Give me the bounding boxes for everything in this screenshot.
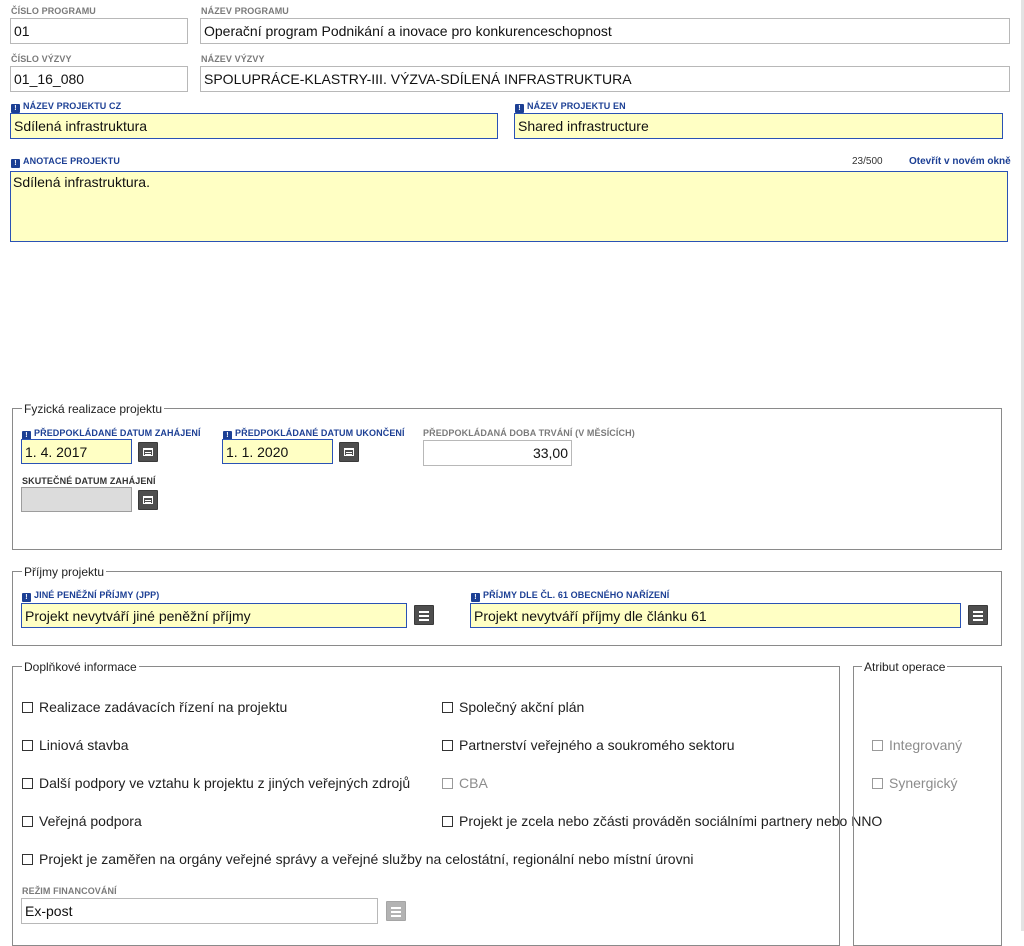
planned-end-label-text: PŘEDPOKLÁDANÉ DATUM UKONČENÍ	[235, 428, 405, 438]
checkbox-synergic: Synergický	[872, 775, 957, 791]
annotation-char-counter: 23/500	[852, 156, 883, 167]
checkbox[interactable]	[442, 816, 453, 827]
checkbox-label: Další podpory ve vztahu k projektu z jin…	[39, 775, 411, 791]
planned-start-input[interactable]: 1. 4. 2017	[21, 439, 132, 464]
checkbox-public-support[interactable]: Veřejná podpora	[22, 813, 142, 829]
checkbox-label: Projekt je zaměřen na orgány veřejné spr…	[39, 851, 694, 867]
planned-duration-label: PŘEDPOKLÁDANÁ DOBA TRVÁNÍ (V MĚSÍCÍCH)	[423, 428, 635, 438]
checkbox	[872, 740, 883, 751]
list-icon	[386, 901, 406, 921]
checkbox-procurement[interactable]: Realizace zadávacích řízení na projektu	[22, 699, 287, 715]
operation-attribute-fieldset	[853, 666, 1002, 946]
jpp-select[interactable]: Projekt nevytváří jiné peněžní příjmy	[21, 603, 407, 628]
actual-start-label: SKUTEČNÉ DATUM ZAHÁJENÍ	[22, 476, 156, 486]
art61-label-text: PŘÍJMY DLE ČL. 61 OBECNÉHO NAŘÍZENÍ	[483, 590, 670, 600]
art61-select[interactable]: Projekt nevytváří příjmy dle článku 61	[470, 603, 961, 628]
checkbox-public-administration[interactable]: Projekt je zaměřen na orgány veřejné spr…	[22, 851, 693, 867]
project-name-en-label: ! NÁZEV PROJEKTU EN	[515, 101, 626, 113]
income-legend: Příjmy projektu	[22, 565, 107, 579]
call-name-label: NÁZEV VÝZVY	[201, 54, 265, 64]
checkbox-label: Synergický	[889, 775, 958, 791]
checkbox-label: Partnerství veřejného a soukromého sekto…	[459, 737, 735, 753]
checkbox-social-partners[interactable]: Projekt je zcela nebo zčásti prováděn so…	[442, 813, 882, 829]
art61-label: ! PŘÍJMY DLE ČL. 61 OBECNÉHO NAŘÍZENÍ	[471, 590, 669, 602]
checkbox[interactable]	[22, 854, 33, 865]
required-icon: !	[515, 104, 524, 113]
program-name-field[interactable]: Operační program Podnikání a inovace pro…	[200, 18, 1010, 44]
checkbox-ppp[interactable]: Partnerství veřejného a soukromého sekto…	[442, 737, 734, 753]
annotation-label: ! ANOTACE PROJEKTU	[11, 156, 120, 168]
financing-mode-select: Ex-post	[21, 898, 378, 924]
checkbox-other-support[interactable]: Další podpory ve vztahu k projektu z jin…	[22, 775, 410, 791]
planned-start-label-text: PŘEDPOKLÁDANÉ DATUM ZAHÁJENÍ	[34, 428, 201, 438]
checkbox-label: CBA	[459, 775, 488, 791]
checkbox-joint-action-plan[interactable]: Společný akční plán	[442, 699, 584, 715]
checkbox-integrated: Integrovaný	[872, 737, 962, 753]
calendar-icon[interactable]	[138, 442, 158, 462]
project-name-cz-label-text: NÁZEV PROJEKTU CZ	[23, 101, 122, 111]
list-icon[interactable]	[968, 605, 988, 625]
annotation-textarea[interactable]: Sdílená infrastruktura.	[10, 171, 1008, 242]
checkbox[interactable]	[22, 702, 33, 713]
jpp-label-text: JINÉ PENĚŽNÍ PŘÍJMY (JPP)	[34, 590, 160, 600]
checkbox-label: Realizace zadávacích řízení na projektu	[39, 699, 288, 715]
physical-realization-legend: Fyzická realizace projektu	[22, 402, 165, 416]
program-number-field[interactable]: 01	[10, 18, 188, 44]
calendar-icon[interactable]	[138, 490, 158, 510]
checkbox-label: Společný akční plán	[459, 699, 585, 715]
checkbox	[872, 778, 883, 789]
checkbox[interactable]	[22, 778, 33, 789]
checkbox-linear-construction[interactable]: Liniová stavba	[22, 737, 129, 753]
open-in-new-window-link[interactable]: Otevřít v novém okně	[909, 156, 1011, 167]
actual-start-input	[21, 487, 132, 512]
financing-mode-label: REŽIM FINANCOVÁNÍ	[22, 886, 117, 896]
required-icon: !	[11, 104, 20, 113]
planned-duration-field: 33,00	[423, 440, 572, 466]
checkbox[interactable]	[22, 740, 33, 751]
project-name-cz-label: ! NÁZEV PROJEKTU CZ	[11, 101, 121, 113]
project-name-en-label-text: NÁZEV PROJEKTU EN	[527, 101, 626, 111]
call-number-label: ČÍSLO VÝZVY	[11, 54, 72, 64]
call-name-field[interactable]: SPOLUPRÁCE-KLASTRY-III. VÝZVA-SDÍLENÁ IN…	[200, 66, 1010, 92]
checkbox-label: Integrovaný	[889, 737, 963, 753]
required-icon: !	[22, 593, 31, 602]
checkbox-label: Projekt je zcela nebo zčásti prováděn so…	[459, 813, 883, 829]
additional-info-legend: Doplňkové informace	[22, 660, 139, 674]
required-icon: !	[11, 159, 20, 168]
operation-attribute-legend: Atribut operace	[862, 660, 948, 674]
checkbox[interactable]	[442, 740, 453, 751]
program-name-label: NÁZEV PROGRAMU	[201, 6, 289, 16]
program-number-label: ČÍSLO PROGRAMU	[11, 6, 96, 16]
checkbox[interactable]	[22, 816, 33, 827]
call-number-field[interactable]: 01_16_080	[10, 66, 188, 92]
required-icon: !	[471, 593, 480, 602]
project-name-en-input[interactable]: Shared infrastructure	[514, 113, 1003, 139]
jpp-label: ! JINÉ PENĚŽNÍ PŘÍJMY (JPP)	[22, 590, 159, 602]
calendar-icon[interactable]	[339, 442, 359, 462]
annotation-label-text: ANOTACE PROJEKTU	[23, 156, 120, 166]
list-icon[interactable]	[414, 605, 434, 625]
checkbox-label: Veřejná podpora	[39, 813, 142, 829]
checkbox-label: Liniová stavba	[39, 737, 129, 753]
planned-end-input[interactable]: 1. 1. 2020	[222, 439, 333, 464]
checkbox	[442, 778, 453, 789]
project-name-cz-input[interactable]: Sdílená infrastruktura	[10, 113, 498, 139]
checkbox[interactable]	[442, 702, 453, 713]
checkbox-cba: CBA	[442, 775, 488, 791]
